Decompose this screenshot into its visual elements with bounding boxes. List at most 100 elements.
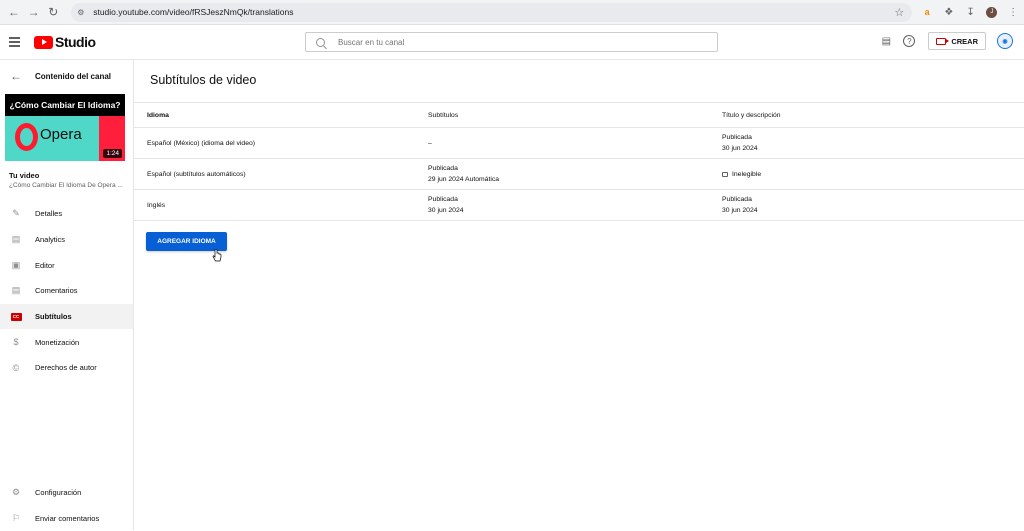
sidebar-item-editor[interactable]: ▣ Editor xyxy=(0,252,133,278)
column-header-title-description: Título y descripción xyxy=(722,111,781,119)
video-camera-icon xyxy=(936,37,950,45)
profile-avatar[interactable]: J xyxy=(986,6,998,18)
subtitles-icon: CC xyxy=(10,311,22,323)
studio-header: Studio ▤ ? CREAR ◉ xyxy=(0,25,1024,60)
back-to-channel-content[interactable]: ← Contenido del canal xyxy=(0,60,133,92)
back-arrow-icon: ← xyxy=(10,69,22,83)
table-row[interactable]: Español (subtítulos automáticos) Publica… xyxy=(134,159,1024,190)
subtitles-status-line: – xyxy=(428,139,432,147)
header-actions: ▤ ? CREAR ◉ xyxy=(878,32,1014,50)
bookmark-star-icon[interactable]: ☆ xyxy=(894,6,904,19)
row-subtitles-status[interactable]: Publicada 29 jun 2024 Automática xyxy=(428,163,722,185)
dollar-icon: $ xyxy=(13,337,19,348)
back-arrow-icon[interactable]: ← xyxy=(4,2,24,22)
row-language: Español (subtítulos automáticos) xyxy=(147,170,246,178)
row-subtitles-status[interactable]: Publicada 30 jun 2024 xyxy=(428,194,722,216)
sidebar-item-detalles[interactable]: ✎ Detalles xyxy=(0,201,133,227)
row-title-status[interactable]: Publicada 30 jun 2024 xyxy=(722,194,1022,216)
sidebar-bottom-menu: ⚙ Configuración ⚐ Enviar comentarios xyxy=(0,480,133,531)
search-box[interactable] xyxy=(305,32,718,52)
sidebar-menu: ✎ Detalles ▤ Analytics ▣ Editor ▤ Coment… xyxy=(0,201,133,381)
row-title-status[interactable]: Publicada 30 jun 2024 xyxy=(722,132,1022,154)
hamburger-menu-icon[interactable] xyxy=(9,37,25,47)
table-header: Idioma Subtítulos Título y descripción xyxy=(134,102,1024,128)
sidebar-item-label: Enviar comentarios xyxy=(35,514,100,524)
title-status-line: Inelegible xyxy=(732,170,762,178)
subtitles-status-line: Publicada xyxy=(428,165,458,172)
page-title: Subtítulos de video xyxy=(150,73,257,87)
create-label: CREAR xyxy=(951,36,978,46)
sidebar-item-derechos-de-autor[interactable]: © Derechos de autor xyxy=(0,355,133,381)
lock-icon xyxy=(722,171,728,177)
table-row[interactable]: Español (México) (idioma del video) – Pu… xyxy=(134,128,1024,159)
sidebar-item-comentarios[interactable]: ▤ Comentarios xyxy=(0,278,133,304)
video-duration: 1:24 xyxy=(103,149,122,158)
create-button[interactable]: CREAR xyxy=(928,32,986,50)
comment-alert-icon[interactable]: ▤ xyxy=(878,33,894,49)
sidebar-item-label: Detalles xyxy=(35,209,63,219)
browser-toolbar: ← → ↻ ⚙ studio.youtube.com/video/fRSJesz… xyxy=(0,0,1024,25)
thumbnail-brand: Opera xyxy=(40,126,82,143)
row-subtitles-status[interactable]: – xyxy=(428,138,722,149)
translations-table: Idioma Subtítulos Título y descripción E… xyxy=(134,102,1024,221)
extensions-puzzle-icon[interactable]: ❖ xyxy=(938,2,960,22)
copyright-icon: © xyxy=(12,362,20,373)
youtube-play-icon xyxy=(34,35,53,49)
thumbnail-title: ¿Cómo Cambiar El Idioma? xyxy=(9,100,121,110)
editor-icon: ▣ xyxy=(11,259,21,270)
sidebar-item-label: Analytics xyxy=(35,235,66,245)
opera-logo-icon xyxy=(15,123,38,151)
pencil-icon: ✎ xyxy=(12,208,20,219)
title-status-date: 30 jun 2024 xyxy=(722,145,758,152)
analytics-icon: ▤ xyxy=(11,234,21,245)
sidebar-item-label: Derechos de autor xyxy=(35,363,97,373)
sidebar-item-label: Editor xyxy=(35,260,55,270)
subtitles-status-date: 30 jun 2024 xyxy=(428,207,464,214)
column-header-language: Idioma xyxy=(147,111,169,119)
row-language: Español (México) (idioma del video) xyxy=(147,139,256,147)
your-video-label: Tu video xyxy=(9,171,40,180)
subtitles-status-date: 29 jun 2024 Automática xyxy=(428,176,500,183)
channel-avatar-icon: ◉ xyxy=(997,33,1013,49)
reload-icon[interactable]: ↻ xyxy=(43,2,63,22)
sidebar-item-configuracion[interactable]: ⚙ Configuración xyxy=(0,480,133,506)
main-content: Subtítulos de video Idioma Subtítulos Tí… xyxy=(134,60,1024,530)
feedback-icon: ⚐ xyxy=(11,513,21,524)
amazon-extension-icon[interactable]: a xyxy=(916,2,938,22)
logo-text: Studio xyxy=(55,34,96,50)
title-status-date: 30 jun 2024 xyxy=(722,207,758,214)
site-info-icon[interactable]: ⚙ xyxy=(77,7,87,17)
address-bar[interactable]: ⚙ studio.youtube.com/video/fRSJeszNmQk/t… xyxy=(71,2,913,22)
video-title: ¿Cómo Cambiar El Idioma De Opera ... xyxy=(9,182,123,189)
search-icon xyxy=(316,37,325,47)
column-header-subtitles: Subtítulos xyxy=(428,111,459,119)
title-status-line: Publicada xyxy=(722,196,752,203)
hand-cursor-icon xyxy=(212,249,222,262)
sidebar-item-enviar-comentarios[interactable]: ⚐ Enviar comentarios xyxy=(0,506,133,531)
comments-icon: ▤ xyxy=(11,285,21,296)
search-input[interactable] xyxy=(338,37,698,47)
sidebar-item-subtitulos[interactable]: CC Subtítulos xyxy=(0,303,133,330)
thumbnail-body: Opera 1:24 xyxy=(5,116,125,161)
subtitles-status-line: Publicada xyxy=(428,196,458,203)
sidebar-item-label: Configuración xyxy=(35,488,82,498)
sidebar-item-label: Monetización xyxy=(35,337,80,347)
video-thumbnail[interactable]: ¿Cómo Cambiar El Idioma? Opera 1:24 xyxy=(5,94,125,161)
browser-menu-icon[interactable]: ⋮ xyxy=(1002,2,1024,22)
sidebar-item-monetizacion[interactable]: $ Monetización xyxy=(0,329,133,355)
sidebar-item-label: Comentarios xyxy=(35,286,78,296)
row-title-status: Inelegible xyxy=(722,169,1022,180)
help-icon[interactable]: ? xyxy=(901,33,917,49)
title-status-line: Publicada xyxy=(722,134,752,141)
download-icon[interactable]: ↧ xyxy=(960,2,982,22)
sidebar-item-analytics[interactable]: ▤ Analytics xyxy=(0,227,133,253)
youtube-studio-logo[interactable]: Studio xyxy=(34,34,96,50)
sidebar-item-label: Subtítulos xyxy=(35,312,72,322)
sidebar: ← Contenido del canal ¿Cómo Cambiar El I… xyxy=(0,60,134,530)
table-row[interactable]: Inglés Publicada 30 jun 2024 Publicada 3… xyxy=(134,190,1024,221)
channel-avatar[interactable]: ◉ xyxy=(996,32,1014,50)
row-language: Inglés xyxy=(147,201,166,209)
gear-icon: ⚙ xyxy=(11,487,21,498)
url-text: studio.youtube.com/video/fRSJeszNmQk/tra… xyxy=(93,7,294,17)
forward-arrow-icon[interactable]: → xyxy=(24,2,44,22)
